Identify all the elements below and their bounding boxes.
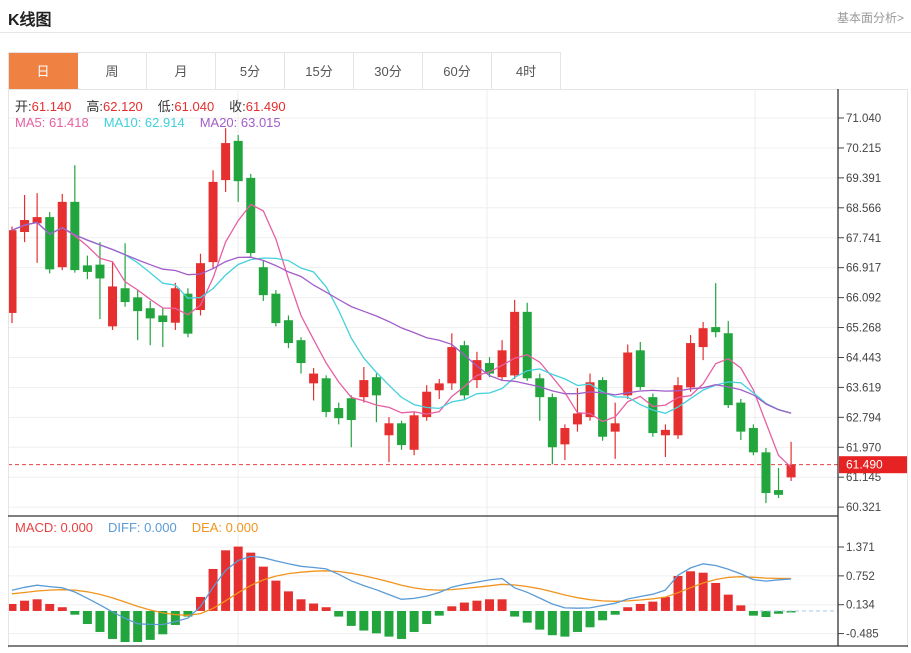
current-price-badge: 61.490 [839, 456, 907, 474]
page-header: K线图 基本面分析> [0, 0, 911, 33]
tab-60min[interactable]: 60分 [423, 53, 492, 90]
svg-text:67.741: 67.741 [846, 233, 881, 245]
svg-text:61.490: 61.490 [846, 458, 883, 472]
svg-text:70.215: 70.215 [846, 143, 881, 155]
tab-15min[interactable]: 15分 [285, 53, 354, 90]
svg-text:61.970: 61.970 [846, 442, 881, 454]
svg-text:66.917: 66.917 [846, 263, 881, 275]
fundamental-analysis-link[interactable]: 基本面分析> [837, 9, 904, 26]
timeframe-tabs: 日周月 5分 15分 30分 60分 4时 [8, 52, 561, 90]
tab-30min[interactable]: 30分 [354, 53, 423, 90]
svg-text:68.566: 68.566 [846, 203, 881, 215]
chart-box: 71.040 70.215 69.391 68.566 67.741 66.917 66.0… [7, 89, 908, 653]
svg-text:66.092: 66.092 [846, 293, 881, 305]
tab-week[interactable]: 周 [78, 53, 147, 90]
svg-text:64.443: 64.443 [846, 353, 881, 365]
tab-day[interactable]: 日 [9, 53, 78, 90]
svg-text:62.794: 62.794 [846, 412, 882, 424]
svg-text:65.268: 65.268 [846, 323, 881, 335]
svg-text:71.040: 71.040 [846, 113, 881, 125]
svg-text:0.134: 0.134 [846, 600, 875, 612]
kline-chart[interactable]: 71.040 70.215 69.391 68.566 67.741 66.917 66.0… [7, 89, 908, 648]
page-title: K线图 [8, 12, 52, 29]
svg-text:61.145: 61.145 [846, 472, 881, 484]
svg-text:-0.485: -0.485 [846, 629, 879, 641]
svg-text:0.752: 0.752 [846, 571, 875, 583]
tab-month[interactable]: 月 [147, 53, 216, 90]
svg-text:1.371: 1.371 [846, 542, 875, 554]
tab-4hour[interactable]: 4时 [492, 53, 561, 90]
svg-text:63.619: 63.619 [846, 382, 881, 394]
tab-5min[interactable]: 5分 [216, 53, 285, 90]
svg-text:60.321: 60.321 [846, 502, 881, 514]
svg-text:69.391: 69.391 [846, 173, 881, 185]
